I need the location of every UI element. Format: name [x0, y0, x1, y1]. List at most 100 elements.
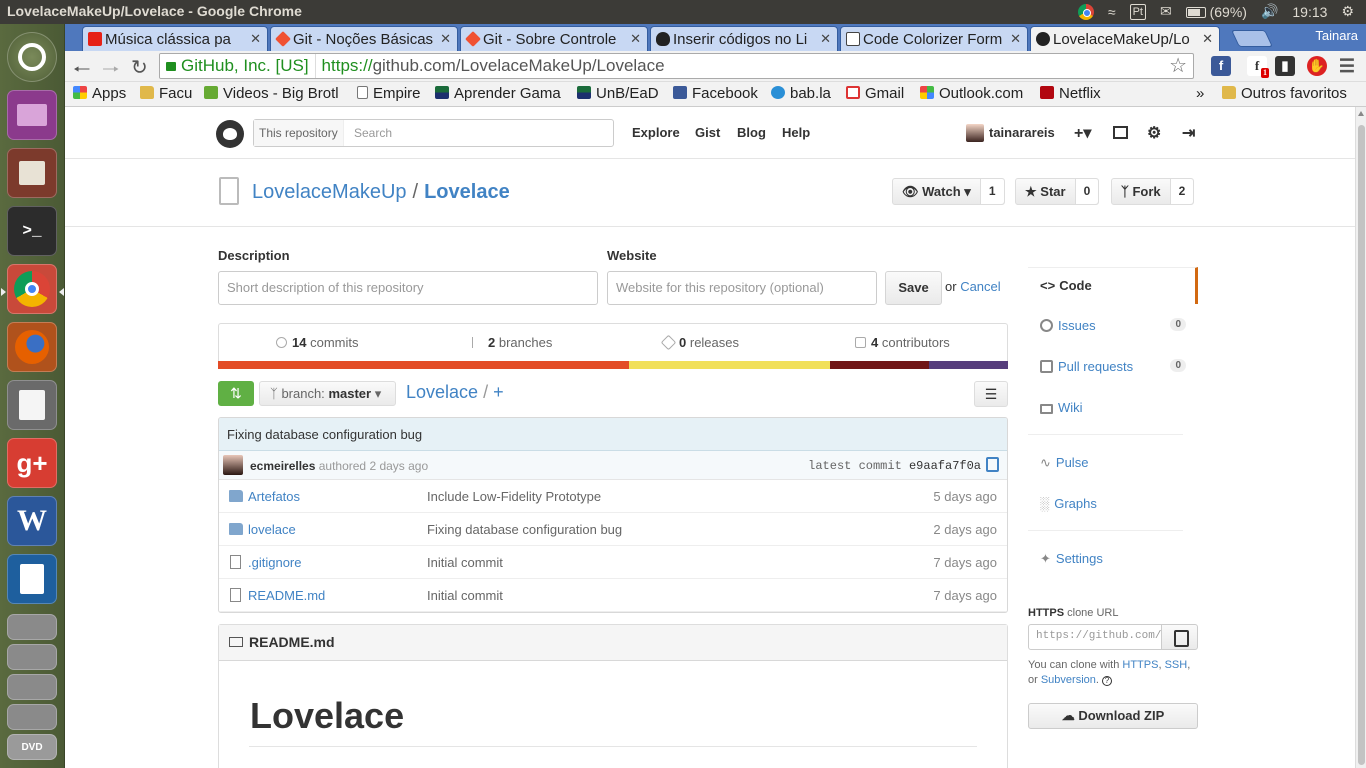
google-plus-icon[interactable]: g+: [7, 438, 57, 488]
bookmark-outlook[interactable]: Outlook.com: [920, 85, 1023, 102]
adblock-icon[interactable]: ✋: [1307, 56, 1327, 76]
sidebar-item-pull-requests[interactable]: Pull requests 0: [1028, 349, 1198, 386]
bookmark-empire[interactable]: Empire: [357, 85, 421, 102]
commits-link[interactable]: 14 commits: [276, 335, 358, 350]
file-commit-message[interactable]: Initial commit: [427, 588, 503, 603]
file-name-link[interactable]: README.md: [248, 588, 325, 603]
releases-link[interactable]: 0 releases: [660, 334, 739, 351]
dvd-icon[interactable]: DVD: [7, 734, 57, 760]
clone-https-link[interactable]: HTTPS: [1122, 659, 1158, 671]
description-field[interactable]: Short description of this repository: [218, 271, 598, 305]
inbox-icon[interactable]: [1113, 126, 1128, 139]
branch-select[interactable]: ᛉ branch: master ▾: [259, 381, 396, 406]
breadcrumb-repo[interactable]: Lovelace: [406, 382, 478, 402]
tab-youtube[interactable]: Música clássica pa ✕: [82, 26, 268, 51]
bookmark-star-icon[interactable]: ☆: [1169, 54, 1187, 78]
scroll-up-icon[interactable]: [1358, 111, 1364, 116]
clock[interactable]: 19:13: [1292, 4, 1327, 20]
watch-label[interactable]: 👁 Watch ▾: [893, 179, 981, 204]
bookmark-facu[interactable]: Facu: [140, 85, 192, 102]
mail-icon[interactable]: ✉: [1160, 3, 1172, 20]
list-view-icon[interactable]: ☰: [974, 381, 1008, 407]
clone-ssh-link[interactable]: SSH: [1165, 659, 1188, 671]
page-scrollbar[interactable]: [1355, 107, 1366, 768]
compare-button[interactable]: ⇅: [218, 381, 254, 406]
latest-commit-message[interactable]: Fixing database configuration bug: [219, 418, 1007, 451]
ev-certificate-badge[interactable]: GitHub, Inc. [US]: [160, 54, 316, 78]
avatar[interactable]: [223, 455, 243, 475]
question-icon[interactable]: ?: [1102, 676, 1113, 686]
tab-inserir-codigos[interactable]: Inserir códigos no Li ✕: [650, 26, 838, 51]
terminal-icon[interactable]: >_: [7, 206, 57, 256]
chrome-tray-icon[interactable]: [1077, 3, 1094, 20]
new-tab-button[interactable]: [1231, 30, 1273, 47]
fork-count[interactable]: 2: [1170, 179, 1194, 204]
sidebar-item-pulse[interactable]: ∿ Pulse: [1028, 445, 1198, 482]
word-icon[interactable]: W: [7, 496, 57, 546]
tab-code-colorizer[interactable]: Code Colorizer Form ✕: [840, 26, 1028, 51]
writer-icon[interactable]: [7, 554, 57, 604]
fork-label[interactable]: ᛉ Fork: [1112, 179, 1171, 204]
text-editor-icon[interactable]: [7, 380, 57, 430]
reload-icon[interactable]: ↻: [131, 55, 148, 80]
drive-icon[interactable]: [7, 704, 57, 730]
file-commit-message[interactable]: Initial commit: [427, 555, 503, 570]
bookmark-videos[interactable]: Videos - Big Brotl: [204, 85, 339, 102]
facebook-extension-icon[interactable]: f: [1211, 56, 1231, 76]
file-commit-message[interactable]: Fixing database configuration bug: [427, 522, 622, 537]
nav-explore[interactable]: Explore: [632, 125, 680, 140]
copy-clipboard-button[interactable]: [1161, 624, 1198, 650]
clipboard-icon[interactable]: [986, 457, 999, 472]
profile-name[interactable]: Tainara: [1315, 28, 1358, 43]
nav-blog[interactable]: Blog: [737, 125, 766, 140]
close-icon[interactable]: ✕: [440, 31, 451, 47]
firefox-icon[interactable]: [7, 322, 57, 372]
bookmarks-overflow-button[interactable]: »: [1196, 85, 1204, 102]
wifi-icon[interactable]: ≈: [1108, 4, 1116, 20]
close-icon[interactable]: ✕: [820, 31, 831, 47]
settings-gear-icon[interactable]: ⚙: [1147, 123, 1161, 143]
contributors-link[interactable]: 4 contributors: [855, 335, 950, 350]
bookmark-aprender-gama[interactable]: Aprender Gama: [435, 85, 561, 102]
other-bookmarks-folder[interactable]: Outros favoritos: [1222, 85, 1347, 102]
bookmark-apps[interactable]: Apps: [73, 85, 126, 102]
language-segment[interactable]: [929, 361, 1008, 369]
github-logo-icon[interactable]: [216, 120, 244, 148]
session-gear-icon[interactable]: ⚙: [1341, 3, 1354, 20]
website-field[interactable]: Website for this repository (optional): [607, 271, 877, 305]
language-bar[interactable]: [218, 361, 1008, 369]
keyboard-layout-indicator[interactable]: Pt: [1129, 3, 1146, 20]
bookmark-facebook[interactable]: Facebook: [673, 85, 758, 102]
chrome-icon[interactable]: [7, 264, 57, 314]
file-name-link[interactable]: lovelace: [248, 522, 296, 537]
cancel-link[interactable]: Cancel: [960, 279, 1000, 294]
scrollbar-thumb[interactable]: [1358, 125, 1365, 765]
facebook-notifier-icon[interactable]: f1: [1247, 56, 1269, 78]
username-link[interactable]: tainarareis: [989, 125, 1055, 140]
language-segment[interactable]: [830, 361, 929, 369]
tab-git-sobre[interactable]: Git - Sobre Controle ✕: [460, 26, 648, 51]
ubuntu-dash-icon[interactable]: [7, 32, 57, 82]
watch-count[interactable]: 1: [980, 179, 1004, 204]
star-label[interactable]: ★ Star: [1016, 179, 1076, 204]
volume-icon[interactable]: 🔊: [1261, 3, 1278, 20]
bookmark-unb-ead[interactable]: UnB/EaD: [577, 85, 659, 102]
tab-github-lovelace[interactable]: LovelaceMakeUp/Lo ✕: [1030, 26, 1220, 51]
author-link[interactable]: ecmeirelles: [250, 459, 315, 473]
star-button[interactable]: ★ Star 0: [1015, 178, 1100, 205]
sha-link[interactable]: e9aafa7f0a: [909, 459, 981, 473]
language-segment[interactable]: [218, 361, 629, 369]
workspace-icon[interactable]: [7, 90, 57, 140]
drive-icon[interactable]: [7, 674, 57, 700]
address-bar[interactable]: GitHub, Inc. [US] https://github.com/Love…: [159, 53, 1194, 79]
close-icon[interactable]: ✕: [250, 31, 261, 47]
file-name-link[interactable]: .gitignore: [248, 555, 301, 570]
download-zip-button[interactable]: ☁ Download ZIP: [1028, 703, 1198, 729]
clone-url-field[interactable]: https://github.com/LovelaceMakeUp/Lovela…: [1028, 624, 1162, 650]
save-button[interactable]: Save: [885, 271, 942, 305]
close-icon[interactable]: ✕: [630, 31, 641, 47]
language-segment[interactable]: [628, 361, 831, 369]
repo-name-link[interactable]: Lovelace: [424, 181, 510, 203]
sidebar-item-settings[interactable]: ✦ Settings: [1028, 541, 1198, 578]
bookmark-babla[interactable]: bab.la: [771, 85, 831, 102]
